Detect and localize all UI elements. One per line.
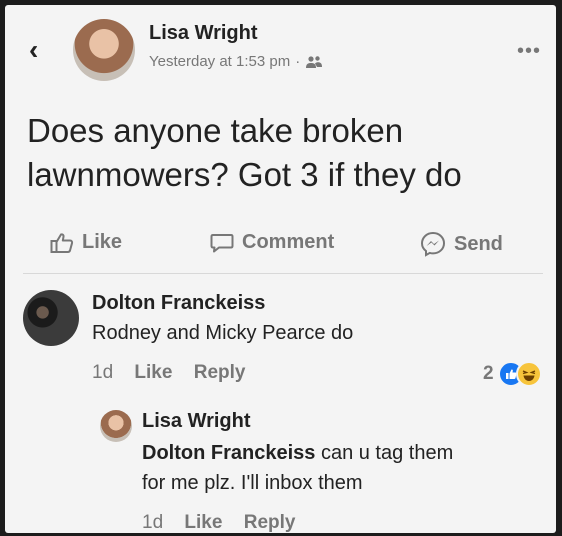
post-author-name[interactable]: Lisa Wright — [149, 22, 258, 45]
comment-author-name[interactable]: Dolton Franckeiss — [92, 292, 265, 315]
thumbs-up-icon — [50, 232, 74, 253]
mention-tag[interactable]: Dolton Franckeiss — [142, 442, 315, 464]
reply-text-line1: can u tag them — [320, 442, 454, 464]
like-button[interactable]: Like — [50, 231, 122, 254]
comment-label: Comment — [242, 231, 335, 253]
comment-reply-button[interactable]: Reply — [194, 362, 246, 383]
back-arrow-icon[interactable]: ‹ — [29, 36, 38, 64]
send-label: Send — [454, 232, 503, 255]
messenger-icon — [420, 231, 446, 257]
comment-button[interactable]: Comment — [210, 231, 334, 254]
haha-reaction-icon — [515, 361, 542, 387]
author-avatar[interactable] — [73, 19, 135, 81]
like-label: Like — [82, 231, 123, 253]
comment-text: Rodney and Micky Pearce do — [92, 322, 354, 344]
reply-text-line2: for me plz. I'll inbox them — [142, 472, 363, 494]
reply-footer: 1d Like Reply — [142, 512, 311, 533]
reply-author-name[interactable]: Lisa Wright — [142, 410, 251, 433]
divider — [23, 273, 543, 274]
reply-reply-button[interactable]: Reply — [244, 512, 296, 533]
send-button[interactable]: Send — [420, 231, 503, 257]
comment-footer: 1d Like Reply — [92, 362, 261, 384]
post-text: Does anyone take broken lawnmowers? Got … — [27, 112, 462, 193]
meta-separator: · — [295, 53, 301, 70]
commenter-avatar[interactable] — [23, 290, 79, 346]
reply-author-avatar[interactable] — [100, 410, 132, 442]
post-card: ‹ Lisa Wright Yesterday at 1:53 pm · •••… — [5, 5, 556, 533]
reply-time[interactable]: 1d — [142, 512, 163, 533]
post-actions: Like Comment Send — [5, 231, 556, 267]
comment-time[interactable]: 1d — [92, 362, 113, 383]
comment-bubble-icon — [210, 233, 234, 252]
post-meta: Yesterday at 1:53 pm · — [149, 53, 323, 70]
reaction-count: 2 — [483, 363, 494, 384]
reaction-summary[interactable]: 2 — [483, 361, 542, 387]
comment-like-button[interactable]: Like — [134, 362, 172, 383]
more-options-icon[interactable]: ••• — [517, 41, 541, 61]
post-timestamp[interactable]: Yesterday at 1:53 pm — [149, 53, 290, 70]
reply-like-button[interactable]: Like — [184, 512, 222, 533]
reply-text: Dolton Franckeiss can u tag them for me … — [142, 438, 542, 498]
friends-icon — [306, 55, 323, 68]
